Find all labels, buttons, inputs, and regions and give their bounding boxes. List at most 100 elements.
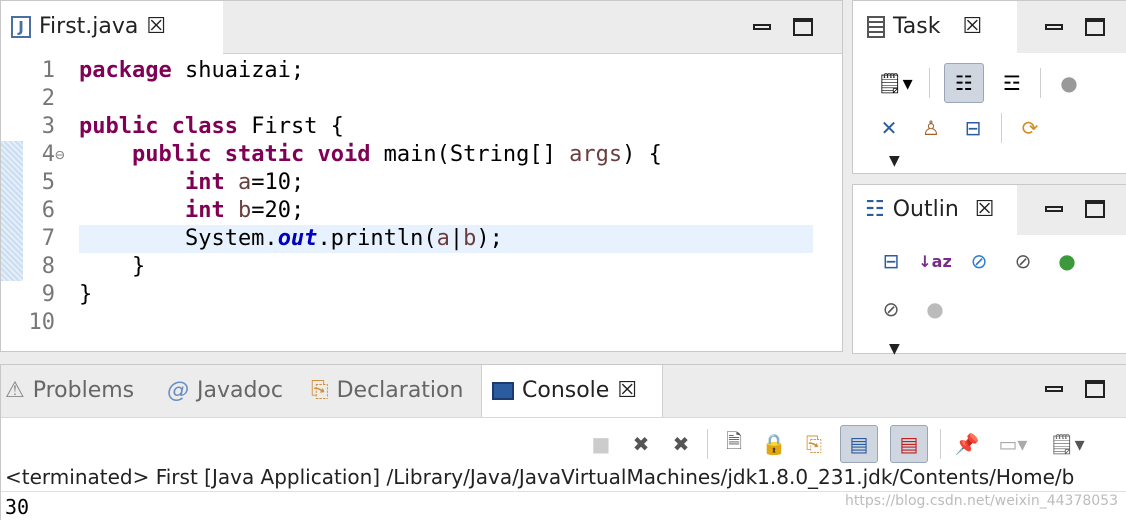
toolbar-separator (1001, 113, 1002, 143)
toolbar-separator (940, 429, 941, 459)
show-on-stdout-icon[interactable]: ▤ (840, 425, 878, 463)
code-text: int a=10; (79, 169, 304, 197)
terminate-icon[interactable]: ■ (587, 430, 615, 458)
display-console-icon[interactable]: ▭▾ (993, 430, 1033, 458)
code-token: =20; (251, 198, 305, 223)
outline-icon: ☷ (865, 197, 885, 222)
close-icon[interactable]: ☒ (146, 15, 166, 38)
editor-tab[interactable]: J First.java ☒ (1, 1, 224, 54)
fold-icon[interactable]: ⊖ (55, 141, 65, 169)
word-wrap-icon[interactable]: ⎘ (800, 430, 828, 458)
code-line[interactable]: 8 } (1, 253, 843, 281)
code-line[interactable]: 3 public class First { (1, 113, 843, 141)
tab-label: Problems (32, 378, 135, 403)
code-token: main(String[] (370, 142, 570, 167)
code-token: | (449, 226, 464, 251)
hide-static-icon[interactable]: ⊘ (1009, 247, 1037, 275)
close-icon[interactable]: ☒ (617, 379, 637, 402)
minimize-icon[interactable] (1045, 386, 1063, 392)
code-text: } (79, 281, 92, 309)
new-task-icon[interactable]: 🗒▾ (875, 69, 915, 97)
bottom-panel: ⚠ Problems @ Javadoc ⎘ Declaration Conso… (0, 364, 1126, 520)
maximize-icon[interactable] (1085, 18, 1105, 36)
outline-tab[interactable]: ☷ Outlin ☒ (853, 185, 1017, 235)
hide-local-types-icon[interactable]: ⊘ (877, 295, 905, 323)
code-line[interactable]: 5 int a=10; (1, 169, 843, 197)
tab-problems[interactable]: ⚠ Problems (5, 378, 134, 403)
task-tab[interactable]: Task ☒ (853, 1, 1017, 53)
synchronize-icon[interactable]: ● (1055, 69, 1083, 97)
code-token: out (277, 226, 318, 251)
code-line[interactable]: 1 package shuaizai; (1, 57, 843, 85)
code-token: static (224, 142, 305, 167)
code-text: public static void main(String[] args) { (79, 141, 662, 169)
task-panel: Task ☒ 🗒▾ ☷ ☲ ● ✕ ♙ ⊟ ⟳ ▼ (852, 0, 1126, 174)
outline-tab-label: Outlin (892, 197, 959, 222)
maximize-icon[interactable] (1085, 380, 1105, 398)
declaration-icon: ⎘ (311, 378, 329, 403)
java-file-icon: J (11, 15, 31, 38)
close-icon[interactable]: ☒ (975, 198, 995, 221)
code-line[interactable]: 6 int b=20; (1, 197, 843, 225)
minimize-icon[interactable] (753, 24, 771, 30)
minimize-icon[interactable] (1045, 24, 1063, 30)
code-area[interactable]: 1 package shuaizai; 2 3 public class First {… (1, 57, 843, 337)
outline-panel: ☷ Outlin ☒ ⊟ ↓az ⊘ ⊘ ● ⊘ ● ▼ (852, 184, 1126, 357)
hide-completed-icon[interactable]: ✕ (875, 114, 903, 142)
open-console-icon[interactable]: 🗒▾ (1045, 430, 1089, 458)
code-token: a (237, 170, 252, 195)
tab-console[interactable]: Console ☒ (481, 365, 663, 417)
code-token: b (237, 198, 252, 223)
scroll-lock-icon[interactable]: 🔒 (760, 430, 788, 458)
code-token: ) { (622, 142, 662, 167)
line-number: 2 (41, 86, 55, 111)
remove-launch-icon[interactable]: ✖ (627, 430, 655, 458)
code-line[interactable]: 4 ⊖ public static void main(String[] args… (1, 141, 843, 169)
line-number: 9 (41, 282, 55, 307)
repository-icon[interactable]: ⟳ (1016, 114, 1044, 142)
problems-icon: ⚠ (5, 378, 25, 403)
maximize-icon[interactable] (793, 18, 813, 36)
close-icon[interactable]: ☒ (962, 15, 982, 38)
code-line[interactable]: 2 (1, 85, 843, 113)
line-number: 10 (28, 310, 56, 335)
collapse-all-icon[interactable]: ⊟ (877, 247, 905, 275)
line-number: 8 (41, 254, 55, 279)
view-menu-icon[interactable]: ▼ (889, 341, 900, 357)
tab-declaration[interactable]: ⎘ Declaration (311, 378, 463, 403)
focus-on-workweek-icon[interactable]: ♙ (917, 114, 945, 142)
editor-tabbar (223, 1, 842, 54)
maximize-icon[interactable] (1085, 200, 1105, 218)
code-text: System.out.println(a|b); (79, 225, 503, 253)
show-on-stderr-icon[interactable]: ▤ (890, 425, 928, 463)
collapse-all-icon[interactable]: ⊟ (959, 114, 987, 142)
code-token: First { (237, 114, 344, 139)
remove-all-terminated-icon[interactable]: ✖ (667, 430, 695, 458)
console-status: <terminated> First [Java Application] /L… (5, 465, 1075, 489)
tab-label: Console (522, 378, 610, 403)
toolbar-separator (929, 68, 930, 98)
minimize-icon[interactable] (1045, 206, 1063, 212)
code-line[interactable]: 7 System.out.println(a|b); (1, 225, 843, 253)
pin-console-icon[interactable]: 📌 (953, 430, 981, 458)
console-divider (1, 491, 1126, 492)
code-token: a (436, 226, 450, 251)
toolbar-separator (707, 429, 708, 459)
code-line[interactable]: 10 (1, 309, 843, 337)
tab-javadoc[interactable]: @ Javadoc (167, 378, 283, 403)
code-text: int b=20; (79, 197, 304, 225)
sort-icon[interactable]: ↓az (918, 247, 952, 275)
link-with-editor-icon[interactable]: ● (921, 295, 949, 323)
view-menu-icon[interactable]: ▼ (889, 153, 900, 169)
console-icon (492, 381, 514, 400)
hide-nonpublic-icon[interactable]: ● (1053, 247, 1081, 275)
hide-fields-icon[interactable]: ⊘ (965, 247, 993, 275)
clear-console-icon[interactable]: 🗎 (720, 429, 748, 458)
categorized-icon[interactable]: ☷ (944, 63, 984, 103)
code-text: package shuaizai; (79, 57, 304, 85)
scheduled-icon[interactable]: ☲ (998, 69, 1026, 97)
code-line[interactable]: 9} (1, 281, 843, 309)
